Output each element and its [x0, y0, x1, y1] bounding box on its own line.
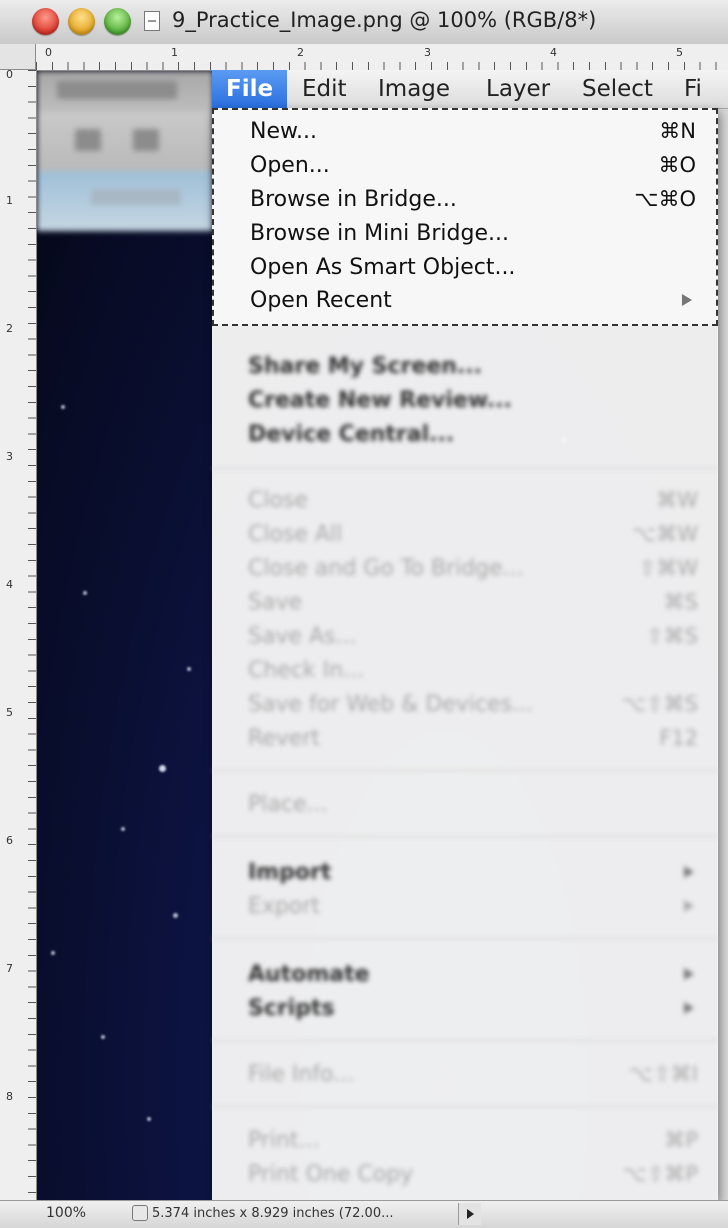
window-title: 9_Practice_Image.png @ 100% (RGB/8*) [172, 8, 597, 32]
shortcut-revert: F12 [659, 726, 698, 750]
submenu-arrow-icon [684, 968, 694, 980]
minimize-window-button[interactable] [68, 8, 95, 35]
ruler-number: 4 [6, 578, 13, 591]
menu-file[interactable]: File [212, 70, 288, 108]
zoom-window-button[interactable] [104, 8, 131, 35]
menu-bar: File Edit Image Layer Select Fi [212, 70, 728, 109]
ruler-number: 5 [6, 706, 13, 719]
menu-image[interactable]: Image [378, 70, 450, 108]
menu-item-browse-in-mini-bridge[interactable]: Browse in Mini Bridge... [250, 221, 509, 246]
menu-item-save-as[interactable]: Save As... [248, 624, 357, 649]
ruler-number: 4 [550, 46, 557, 59]
ruler-number: 0 [45, 46, 52, 59]
file-menu-dropdown: New... ⌘N Open... ⌘O Browse in Bridge...… [212, 108, 718, 1200]
menu-item-open-recent[interactable]: Open Recent [250, 288, 392, 313]
ruler-number: 1 [6, 194, 13, 207]
menu-item-automate[interactable]: Automate [248, 962, 370, 987]
menu-separator [212, 1040, 718, 1041]
ruler-number: 5 [676, 46, 683, 59]
ruler-number: 3 [424, 46, 431, 59]
shortcut-file-info: ⌥⇧⌘I [629, 1062, 698, 1086]
shortcut-save-as: ⇧⌘S [646, 624, 698, 648]
close-window-button[interactable] [32, 8, 59, 35]
menu-separator [212, 836, 718, 837]
menu-separator [212, 468, 718, 469]
menu-item-import[interactable]: Import [248, 860, 331, 885]
shortcut-close-and-go-to-bridge: ⇧⌘W [638, 556, 698, 580]
shortcut-new: ⌘N [659, 119, 696, 143]
shortcut-close: ⌘W [656, 488, 698, 512]
menu-item-close-and-go-to-bridge[interactable]: Close and Go To Bridge... [248, 556, 524, 581]
menu-separator [212, 770, 718, 771]
blurred-menu-section: Share My Screen... Create New Review... … [212, 330, 718, 1200]
shortcut-save-for-web: ⌥⇧⌘S [621, 692, 698, 716]
submenu-arrow-icon [682, 294, 692, 306]
menu-separator [212, 1106, 718, 1107]
status-bar: 100% 5.374 inches x 8.929 inches (72.00.… [0, 1200, 728, 1228]
menu-item-new[interactable]: New... [250, 119, 317, 144]
ruler-number: 8 [6, 1090, 13, 1103]
menu-select[interactable]: Select [582, 70, 653, 108]
menu-item-save[interactable]: Save [248, 590, 302, 615]
menu-filter[interactable]: Fi [684, 70, 702, 108]
shortcut-print-one-copy: ⌥⇧⌘P [622, 1162, 698, 1186]
shortcut-print: ⌘P [664, 1128, 698, 1152]
highlighted-menu-section: New... ⌘N Open... ⌘O Browse in Bridge...… [212, 108, 718, 326]
vertical-ruler-ticks [28, 70, 36, 1200]
ruler-number: 6 [6, 834, 13, 847]
ruler-number: 2 [6, 322, 13, 335]
submenu-arrow-icon [684, 1002, 694, 1014]
menu-item-print-one-copy[interactable]: Print One Copy [248, 1162, 413, 1187]
ruler-number: 3 [6, 450, 13, 463]
menu-item-create-new-review[interactable]: Create New Review... [248, 388, 512, 413]
ruler-number: 1 [171, 46, 178, 59]
menu-item-print[interactable]: Print... [248, 1128, 320, 1153]
vertical-ruler[interactable]: 0 1 2 3 4 5 6 7 8 [0, 68, 37, 1200]
submenu-arrow-icon [684, 900, 694, 912]
menu-separator [212, 938, 718, 939]
ruler-origin[interactable] [0, 44, 36, 70]
ruler-number: 0 [6, 68, 13, 81]
document-info-icon[interactable] [132, 1205, 148, 1221]
menu-item-place[interactable]: Place... [248, 792, 327, 817]
menu-layer[interactable]: Layer [486, 70, 550, 108]
menu-item-close-all[interactable]: Close All [248, 522, 342, 547]
menu-item-export[interactable]: Export [248, 894, 320, 919]
menu-item-open-as-smart-object[interactable]: Open As Smart Object... [250, 255, 515, 280]
ruler-number: 2 [297, 46, 304, 59]
menu-item-device-central[interactable]: Device Central... [248, 422, 454, 447]
horizontal-ruler-ticks [36, 62, 728, 70]
document-icon [144, 11, 160, 31]
menu-item-share-my-screen[interactable]: Share My Screen... [248, 354, 482, 379]
menu-item-open[interactable]: Open... [250, 153, 330, 178]
shortcut-open: ⌘O [658, 153, 696, 177]
status-menu-arrow-icon[interactable] [458, 1203, 481, 1225]
menu-item-revert[interactable]: Revert [248, 726, 320, 751]
shortcut-close-all: ⌥⌘W [632, 522, 698, 546]
window-title-bar: 9_Practice_Image.png @ 100% (RGB/8*) [0, 0, 728, 45]
menu-item-save-for-web[interactable]: Save for Web & Devices... [248, 692, 533, 717]
blurred-app-toolbar-image [37, 71, 213, 231]
menu-item-scripts[interactable]: Scripts [248, 996, 335, 1021]
menu-edit[interactable]: Edit [302, 70, 347, 108]
menu-item-check-in[interactable]: Check In... [248, 658, 364, 683]
menu-item-file-info[interactable]: File Info... [248, 1062, 354, 1087]
menu-item-close[interactable]: Close [248, 488, 308, 513]
document-info: 5.374 inches x 8.929 inches (72.00... [152, 1206, 394, 1221]
shortcut-browse-in-bridge: ⌥⌘O [634, 187, 696, 211]
horizontal-ruler[interactable]: 0 1 2 3 4 5 [36, 44, 728, 71]
submenu-arrow-icon [684, 866, 694, 878]
ruler-number: 7 [6, 962, 13, 975]
shortcut-save: ⌘S [663, 590, 698, 614]
zoom-level[interactable]: 100% [46, 1205, 86, 1221]
menu-item-browse-in-bridge[interactable]: Browse in Bridge... [250, 187, 457, 212]
